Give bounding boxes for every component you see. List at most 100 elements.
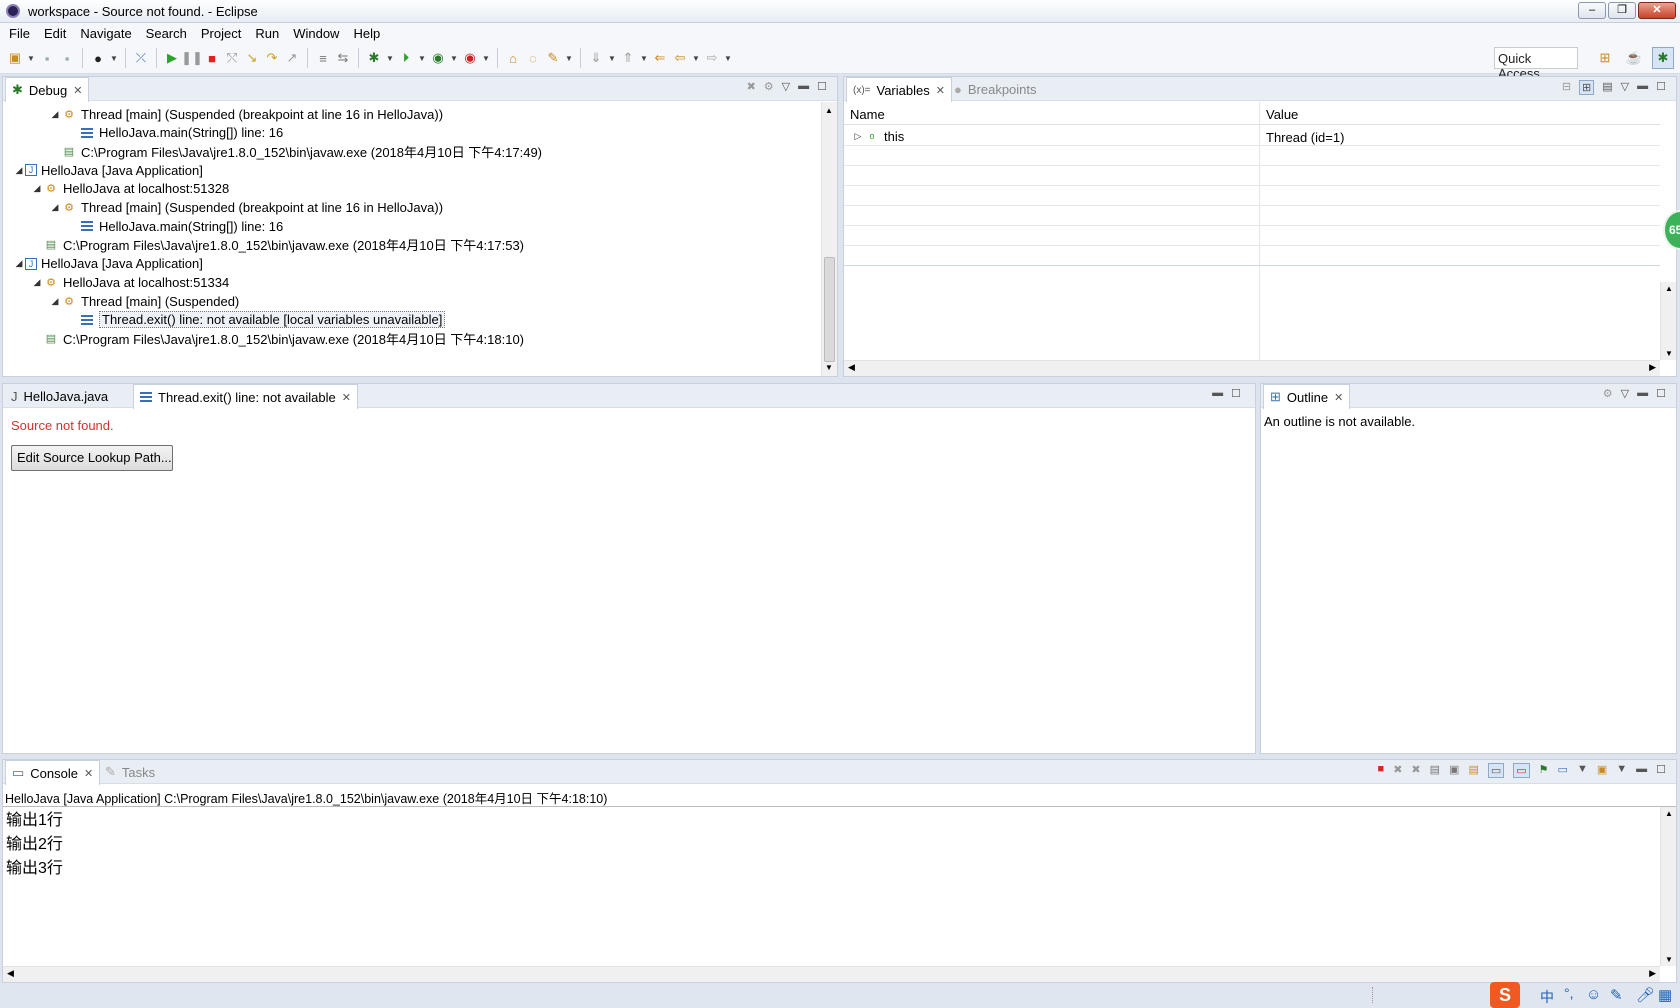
- ime-punctuation-icon[interactable]: °,: [1564, 985, 1574, 1001]
- tab-tasks[interactable]: ✎ Tasks: [99, 760, 161, 784]
- remove-all-terminated-icon[interactable]: ✖: [1411, 763, 1420, 778]
- save-all-icon[interactable]: ▪: [58, 49, 76, 67]
- step-return-icon[interactable]: ↗: [283, 49, 301, 67]
- tab-breakpoints[interactable]: ● Breakpoints: [948, 77, 1043, 101]
- view-menu-icon[interactable]: ⚙: [1603, 387, 1613, 400]
- menu-help[interactable]: Help: [346, 26, 387, 41]
- view-dropdown-icon[interactable]: ▽: [782, 80, 790, 93]
- run-icon[interactable]: ⏵: [397, 49, 415, 67]
- terminate-icon[interactable]: ■: [203, 49, 221, 67]
- expand-toggle-icon[interactable]: ◢: [49, 109, 61, 120]
- open-task-icon[interactable]: ◌: [524, 49, 542, 67]
- debug-tree-row[interactable]: ◢ ⚙ Thread [main] (Suspended): [49, 291, 240, 311]
- prev-annotation-dropdown-icon[interactable]: ▼: [639, 54, 649, 63]
- view-menu-icon[interactable]: ⚙: [764, 80, 774, 93]
- minimize-view-icon[interactable]: ▬: [1637, 387, 1648, 400]
- console-hscrollbar[interactable]: ◀ ▶: [3, 966, 1660, 982]
- debug-tree-row[interactable]: ◢ ⚙ HelloJava at localhost:51328: [31, 179, 230, 199]
- back-dropdown-icon[interactable]: ▼: [691, 54, 701, 63]
- remove-terminated-icon[interactable]: ✖: [747, 80, 756, 93]
- forward-icon[interactable]: ⇨: [703, 49, 721, 67]
- step-into-icon[interactable]: ↘: [243, 49, 261, 67]
- tab-thread-exit[interactable]: Thread.exit() line: not available ✕: [133, 384, 358, 409]
- menu-edit[interactable]: Edit: [37, 26, 73, 41]
- voice-icon[interactable]: 🎤︎: [1636, 986, 1655, 1004]
- minimize-button[interactable]: ‒: [1578, 2, 1606, 19]
- expand-toggle-icon[interactable]: ◢: [31, 183, 43, 194]
- debug-tree-row[interactable]: ◢ ⚙ Thread [main] (Suspended (breakpoint a…: [49, 104, 444, 124]
- expand-toggle-icon[interactable]: ◢: [49, 296, 61, 307]
- debug-tree-row[interactable]: ▤ C:\Program Files\Java\jre1.8.0_152\bin\…: [31, 235, 524, 255]
- menu-navigate[interactable]: Navigate: [73, 26, 138, 41]
- menu-project[interactable]: Project: [194, 26, 248, 41]
- variables-hscrollbar[interactable]: ◀ ▶: [844, 360, 1660, 376]
- resume-icon[interactable]: ▶: [163, 49, 181, 67]
- view-dropdown-icon[interactable]: ▽: [1621, 80, 1629, 95]
- run-dropdown-icon[interactable]: ▼: [417, 54, 427, 63]
- coverage-dropdown-icon[interactable]: ▼: [449, 54, 459, 63]
- coverage-icon[interactable]: ◉: [429, 49, 447, 67]
- debug-scrollbar[interactable]: ▲ ▼: [821, 102, 837, 376]
- next-annotation-icon[interactable]: ⇓: [587, 49, 605, 67]
- view-dropdown-icon[interactable]: ▽: [1621, 387, 1629, 400]
- display-console-icon[interactable]: ▭: [1558, 763, 1568, 778]
- search-icon[interactable]: ✎: [544, 49, 562, 67]
- search-dropdown-icon[interactable]: ▼: [564, 54, 574, 63]
- sogou-ime-icon[interactable]: S: [1490, 982, 1520, 1008]
- console-vscrollbar[interactable]: ▲ ▼: [1660, 807, 1676, 966]
- step-filters-icon[interactable]: ⇆: [334, 49, 352, 67]
- ime-mode-chinese[interactable]: 中: [1540, 987, 1554, 1007]
- column-header-value[interactable]: Value: [1266, 107, 1298, 122]
- maximize-view-icon[interactable]: ☐: [1656, 387, 1666, 400]
- debug-tree-row[interactable]: HelloJava.main(String[]) line: 16: [67, 216, 283, 236]
- minimize-view-icon[interactable]: ▬: [1637, 80, 1648, 95]
- maximize-button[interactable]: ❐: [1608, 2, 1636, 19]
- collapse-all-icon[interactable]: ⊞: [1579, 80, 1595, 95]
- debug-tree-row[interactable]: ◢ ⚙ Thread [main] (Suspended (breakpoint a…: [49, 198, 444, 218]
- menu-run[interactable]: Run: [248, 26, 286, 41]
- maximize-view-icon[interactable]: ☐: [1656, 80, 1666, 95]
- open-console-dropdown-icon[interactable]: ▼: [1616, 763, 1627, 778]
- expand-icon[interactable]: ▷: [852, 131, 864, 142]
- minimize-view-icon[interactable]: ▬: [1212, 387, 1223, 400]
- variables-vscrollbar[interactable]: ▲ ▼: [1660, 282, 1676, 360]
- step-over-icon[interactable]: ↷: [263, 49, 281, 67]
- tab-variables[interactable]: (x)= Variables ✕: [846, 77, 952, 102]
- layout-icon[interactable]: ▤: [1602, 80, 1612, 95]
- show-on-stderr-icon[interactable]: ▭: [1513, 763, 1530, 778]
- minimize-view-icon[interactable]: ▬: [1636, 763, 1647, 778]
- user-dropdown-icon[interactable]: ▼: [109, 54, 119, 63]
- show-type-names-icon[interactable]: ⊟: [1562, 80, 1571, 95]
- next-annotation-dropdown-icon[interactable]: ▼: [607, 54, 617, 63]
- debug-tree-row[interactable]: ◢ J HelloJava [Java Application]: [13, 254, 203, 274]
- column-header-name[interactable]: Name: [850, 107, 885, 122]
- external-tools-dropdown-icon[interactable]: ▼: [481, 54, 491, 63]
- close-icon[interactable]: ✕: [73, 84, 82, 97]
- new-icon[interactable]: ▣: [6, 49, 24, 67]
- close-icon[interactable]: ✕: [84, 767, 93, 780]
- debug-tree-row[interactable]: ◢ ⚙ HelloJava at localhost:51334: [31, 272, 230, 292]
- new-dropdown-icon[interactable]: ▼: [26, 54, 36, 63]
- debug-tree-row[interactable]: Thread.exit() line: not available [local…: [67, 310, 446, 330]
- disconnect-icon[interactable]: ⤲: [223, 49, 241, 67]
- maximize-view-icon[interactable]: ☐: [1656, 763, 1666, 778]
- edit-source-lookup-button[interactable]: Edit Source Lookup Path...: [11, 445, 173, 471]
- terminate-icon[interactable]: ■: [1378, 763, 1385, 778]
- skip-breakpoints-icon[interactable]: ⤫: [132, 49, 150, 67]
- handwriting-icon[interactable]: ✎: [1610, 986, 1623, 1004]
- scroll-lock-icon[interactable]: ▣: [1449, 763, 1459, 778]
- tab-console[interactable]: ▭ Console ✕: [5, 760, 101, 785]
- debug-tree-row[interactable]: ▤ C:\Program Files\Java\jre1.8.0_152\bin\…: [49, 141, 542, 161]
- open-perspective-icon[interactable]: ⊞: [1596, 49, 1614, 67]
- menu-search[interactable]: Search: [139, 26, 194, 41]
- variable-row[interactable]: ▷ o this: [852, 126, 905, 146]
- menu-window[interactable]: Window: [286, 26, 346, 41]
- perspective-user-icon[interactable]: ●: [89, 49, 107, 67]
- word-wrap-icon[interactable]: ▤: [1468, 763, 1478, 778]
- debug-tree-row[interactable]: ◢ J HelloJava [Java Application]: [13, 160, 203, 180]
- forward-dropdown-icon[interactable]: ▼: [723, 54, 733, 63]
- expand-toggle-icon[interactable]: ◢: [13, 165, 25, 176]
- debug-perspective-icon[interactable]: ✱: [1652, 47, 1674, 69]
- java-perspective-icon[interactable]: ☕: [1625, 49, 1643, 67]
- debug-tree-row[interactable]: HelloJava.main(String[]) line: 16: [67, 123, 283, 143]
